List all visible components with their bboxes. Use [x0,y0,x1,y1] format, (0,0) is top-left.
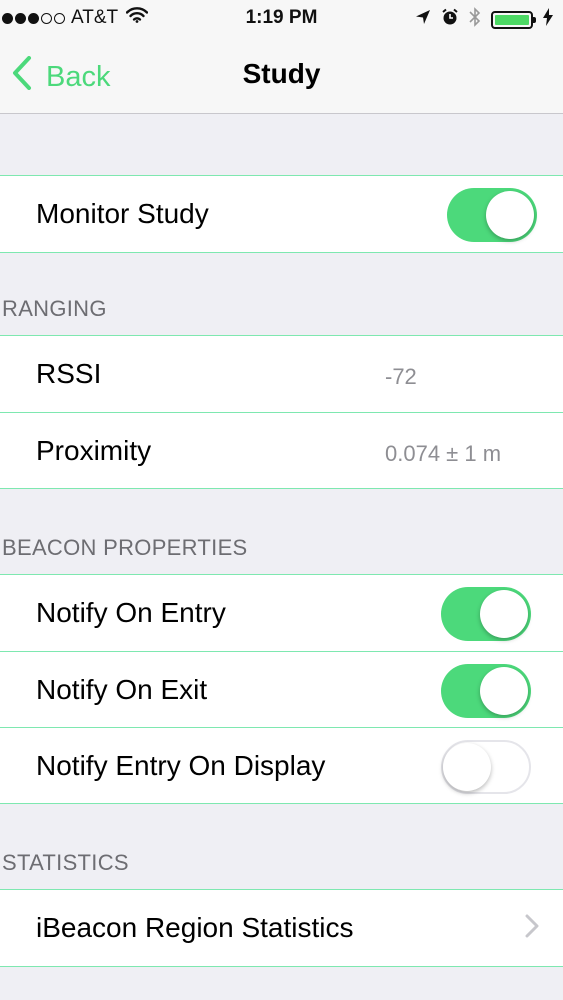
notify-on-entry-toggle[interactable] [441,587,531,641]
notify-entry-on-display-toggle[interactable] [441,740,531,794]
navigation-header: AT&T 1:19 PM Back Study [0,0,563,114]
notify-entry-on-display-row: Notify Entry On Display [0,727,563,803]
notify-on-exit-row: Notify On Exit [0,651,563,727]
ibeacon-region-statistics-label: iBeacon Region Statistics [36,912,354,943]
beacon-properties-section-header: BEACON PROPERTIES [2,535,248,560]
statistics-section-header: STATISTICS [2,850,129,875]
status-right [415,7,553,33]
ranging-section-header: RANGING [2,296,107,321]
monitor-study-label: Monitor Study [36,198,209,229]
charging-bolt-icon [543,8,553,32]
rssi-value: -72 [385,364,417,389]
bluetooth-icon [469,7,481,33]
chevron-right-icon [525,914,539,943]
monitor-study-row: Monitor Study [0,176,563,252]
notify-on-entry-row: Notify On Entry [0,575,563,651]
notify-on-exit-toggle[interactable] [441,664,531,718]
proximity-row: Proximity 0.074 ± 1 m [0,412,563,488]
notify-entry-on-display-label: Notify Entry On Display [36,750,326,781]
statistics-group: iBeacon Region Statistics [0,889,563,967]
proximity-value: 0.074 ± 1 m [385,441,502,466]
rssi-row: RSSI -72 [0,336,563,412]
page-title: Study [242,58,321,89]
monitor-study-toggle[interactable] [447,188,537,242]
notify-on-exit-label: Notify On Exit [36,674,208,705]
battery-icon [491,11,536,29]
monitor-group: Monitor Study [0,175,563,253]
proximity-label: Proximity [36,435,152,466]
status-bar: AT&T 1:19 PM [0,0,563,36]
beacon-properties-group: Notify On Entry Notify On Exit Notify En… [0,574,563,804]
location-arrow-icon [415,9,431,31]
notify-on-entry-label: Notify On Entry [36,597,226,628]
ibeacon-region-statistics-row[interactable]: iBeacon Region Statistics [0,890,563,966]
ranging-group: RSSI -72 Proximity 0.074 ± 1 m [0,335,563,489]
alarm-icon [441,8,459,32]
rssi-label: RSSI [36,358,102,389]
